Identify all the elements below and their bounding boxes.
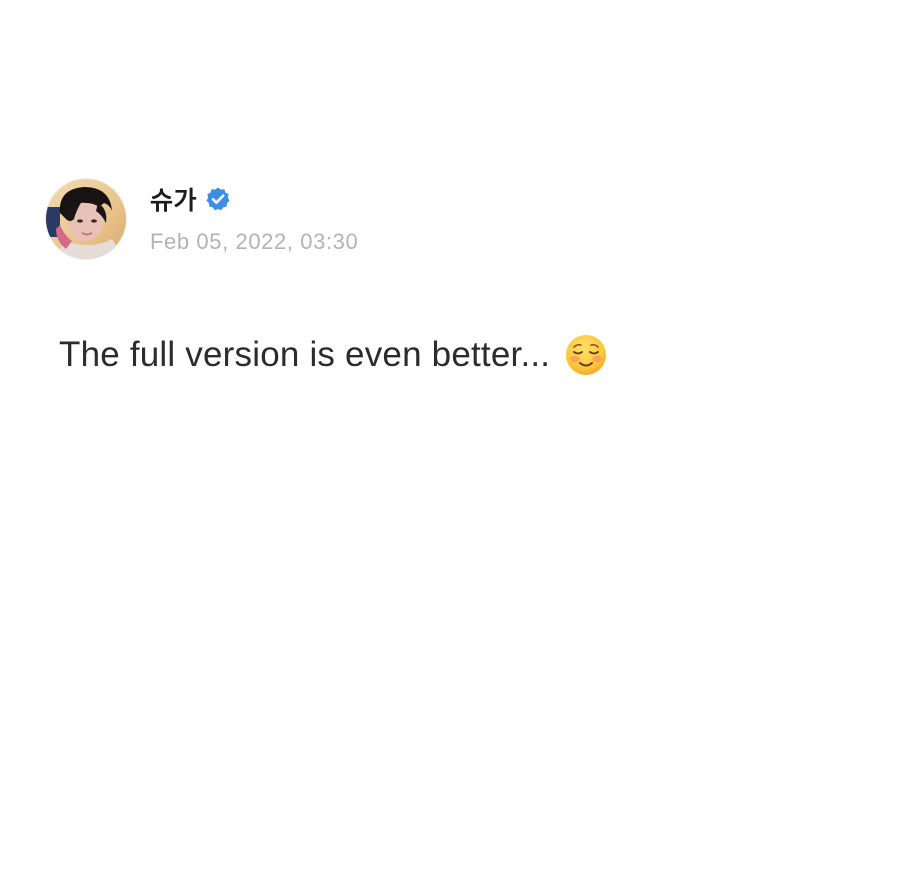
author-name[interactable]: 슈가 bbox=[150, 181, 197, 217]
smiling-face-icon bbox=[564, 333, 608, 377]
post-text: The full version is even better... bbox=[59, 335, 551, 374]
post-timestamp: Feb 05, 2022, 03:30 bbox=[150, 229, 359, 254]
avatar-image bbox=[46, 179, 126, 259]
verified-badge-icon bbox=[205, 186, 231, 212]
author-row: 슈가 bbox=[150, 178, 358, 220]
post-header: 슈가 Feb 05, 2022, 03:30 bbox=[150, 178, 358, 255]
post-body: The full version is even better... bbox=[59, 333, 608, 377]
avatar[interactable] bbox=[46, 179, 126, 259]
post-card: 슈가 Feb 05, 2022, 03:30 The full version … bbox=[0, 0, 907, 871]
